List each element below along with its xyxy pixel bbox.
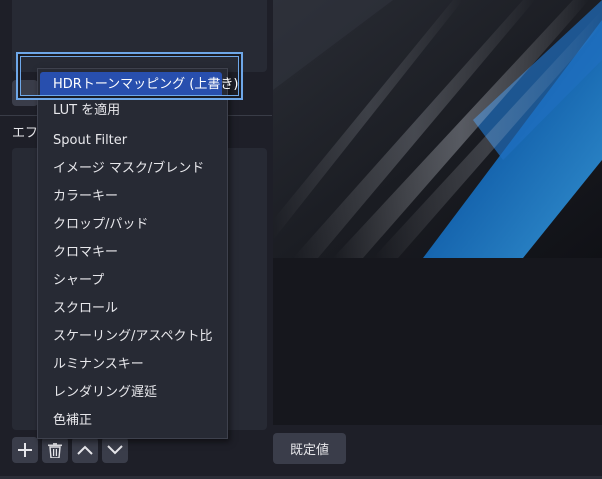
menu-item-crop-pad[interactable]: クロップ/パッド [53, 215, 148, 235]
add-filter-button[interactable] [12, 437, 38, 463]
remove-filter-button[interactable] [42, 437, 68, 463]
sources-list[interactable] [12, 0, 267, 72]
chevron-up-icon [77, 445, 93, 455]
menu-item-color-correction[interactable]: 色補正 [53, 411, 92, 431]
defaults-button[interactable]: 既定値 [273, 433, 346, 464]
move-filter-up-button[interactable] [72, 437, 98, 463]
preview-empty-area [273, 258, 602, 425]
menu-item-scroll[interactable]: スクロール [53, 299, 118, 319]
add-source-button[interactable] [12, 80, 38, 106]
chevron-down-icon [107, 445, 123, 455]
move-filter-down-button[interactable] [102, 437, 128, 463]
plus-icon [18, 443, 32, 457]
menu-item-scaling-aspect[interactable]: スケーリング/アスペクト比 [53, 327, 212, 347]
menu-item-color-key[interactable]: カラーキー [53, 187, 118, 207]
menu-item-hdr-tone-mapping[interactable]: HDRトーンマッピング (上書き) [40, 72, 238, 98]
menu-item-spout-filter[interactable]: Spout Filter [53, 131, 127, 151]
filter-preview [273, 0, 602, 425]
menu-item-luma-key[interactable]: ルミナンスキー [53, 355, 144, 375]
menu-item-image-mask[interactable]: イメージ マスク/ブレンド [53, 159, 204, 179]
menu-item-sharpen[interactable]: シャープ [53, 271, 104, 291]
add-filter-menu: LUT を適用 Spout Filter イメージ マスク/ブレンド カラーキー… [37, 68, 228, 439]
menu-item-chroma-key[interactable]: クロマキー [53, 243, 118, 263]
trash-icon [48, 442, 62, 458]
menu-item-render-delay[interactable]: レンダリング遅延 [53, 383, 157, 403]
menu-item-lut[interactable]: LUT を適用 [53, 101, 120, 121]
preview-image [273, 0, 602, 258]
